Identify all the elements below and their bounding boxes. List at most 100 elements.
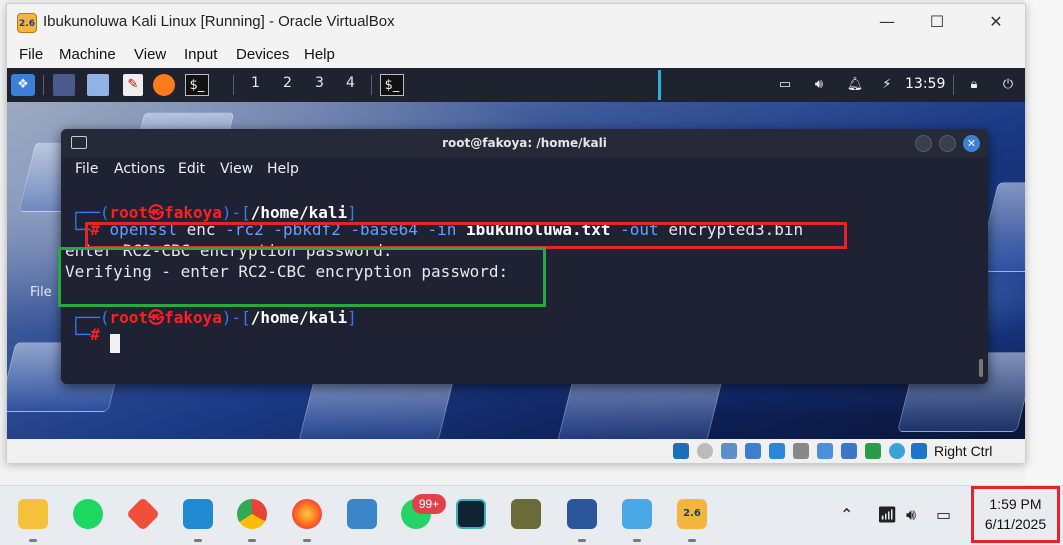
menu-view[interactable]: View [134, 46, 166, 63]
output-highlight-box [58, 247, 546, 307]
workspace-1[interactable]: 1 [251, 75, 260, 91]
panel-separator [43, 75, 44, 95]
menu-help[interactable]: Help [304, 46, 335, 63]
firefox-icon[interactable] [153, 74, 175, 96]
prompt-line: ┌──(root㉿fakoya)-[/home/kali] [71, 308, 357, 327]
running-indicator [29, 539, 37, 542]
guest-additions-icon[interactable] [889, 443, 905, 459]
terminal-launcher-icon[interactable]: $_ [185, 74, 209, 96]
network-adapter-icon[interactable] [745, 443, 761, 459]
usb-icon[interactable] [769, 443, 785, 459]
recording-icon[interactable] [841, 443, 857, 459]
terminal-maximize-button[interactable] [939, 135, 956, 152]
terminal-menu-file[interactable]: File [75, 161, 98, 177]
menu-machine[interactable]: Machine [59, 46, 116, 63]
show-desktop-icon[interactable] [53, 74, 75, 96]
command-highlight-box [85, 222, 847, 249]
kali-top-panel: ❖ ✎ $_ 1 2 3 4 $_ ▭ 🔊︎ 🔔︎ ⚡︎ 13:59 🔒︎ ⏻ [7, 68, 1025, 102]
running-indicator [248, 539, 256, 542]
prompt-user: root㉿fakoya [109, 308, 222, 327]
panel-separator [233, 75, 234, 95]
volume-icon[interactable]: 🔊︎ [906, 505, 916, 525]
firefox-icon[interactable] [292, 499, 322, 529]
audio-icon[interactable] [721, 443, 737, 459]
terminal-title-bar[interactable]: root@fakoya: /home/kali ✕ [61, 129, 988, 157]
running-indicator [688, 539, 696, 542]
terminal-menu-bar: File Actions Edit View Help [61, 157, 988, 183]
panel-separator [371, 75, 372, 95]
hard-disk-icon[interactable] [673, 443, 689, 459]
running-indicator [633, 539, 641, 542]
chrome-icon[interactable] [237, 499, 267, 529]
windows-taskbar: 99+ 2.6 ⌃ 📶︎ 🔊︎ ▭ [0, 485, 1063, 545]
power-manager-icon[interactable]: ⚡︎ [879, 74, 895, 96]
menu-devices[interactable]: Devices [236, 46, 289, 63]
terminal-menu-help[interactable]: Help [267, 161, 299, 177]
cpu-graph-icon [658, 70, 661, 100]
kali-clock[interactable]: 13:59 [905, 76, 945, 92]
maximize-button[interactable]: ☐ [923, 10, 951, 34]
terminal-title: root@fakoya: /home/kali [442, 136, 607, 150]
vbox-menu-bar: File Machine View Input Devices Help [7, 40, 1025, 68]
display-icon[interactable] [817, 443, 833, 459]
workspace-3[interactable]: 3 [315, 75, 324, 91]
menu-file[interactable]: File [19, 46, 43, 63]
spotify-icon[interactable] [73, 499, 103, 529]
vbox-status-bar: Right Ctrl [7, 439, 1025, 463]
taskbar-date[interactable]: 6/11/2025 [973, 516, 1058, 532]
terminal-menu-view[interactable]: View [220, 161, 253, 177]
lock-screen-icon[interactable]: 🔒︎ [965, 74, 983, 96]
window-title: Ibukunoluwa Kali Linux [Running] - Oracl… [43, 13, 395, 30]
host-desktop-strip [1025, 0, 1063, 485]
terminal-menu-edit[interactable]: Edit [178, 161, 205, 177]
host-key-label: Right Ctrl [934, 443, 993, 459]
running-indicator [578, 539, 586, 542]
text-editor-icon[interactable]: ✎ [123, 74, 143, 96]
workspace-2[interactable]: 2 [283, 75, 292, 91]
running-indicator [303, 539, 311, 542]
prompt-symbol: # [90, 325, 100, 344]
app-v-icon[interactable] [456, 499, 486, 529]
menu-input[interactable]: Input [184, 46, 217, 63]
desktop-file-label[interactable]: File [30, 285, 52, 300]
vbox-title-bar[interactable]: 2.6 Ibukunoluwa Kali Linux [Running] - O… [7, 4, 1025, 40]
virtualbox-taskbar-icon[interactable]: 2.6 [677, 499, 707, 529]
vscode-icon[interactable] [183, 499, 213, 529]
whatsapp-badge: 99+ [412, 494, 446, 514]
file-explorer-icon[interactable] [18, 499, 48, 529]
git-icon[interactable] [126, 497, 160, 531]
chevron-up-icon[interactable]: ⌃ [840, 505, 853, 524]
network-icon[interactable]: ▭ [775, 74, 795, 96]
workspace-4[interactable]: 4 [346, 75, 355, 91]
keyboard-app-icon[interactable] [347, 499, 377, 529]
panel-separator [953, 75, 954, 95]
terminal-scrollbar[interactable] [979, 359, 983, 377]
logout-icon[interactable]: ⏻ [999, 74, 1017, 96]
terminal-task-icon[interactable]: $_ [380, 74, 404, 96]
terminal-menu-actions[interactable]: Actions [114, 161, 165, 177]
app-scripting-icon[interactable] [511, 499, 541, 529]
virtualbox-app-icon: 2.6 [17, 13, 37, 33]
running-indicator [194, 539, 202, 542]
terminal-cursor [110, 334, 120, 353]
active-prompt-line: └─# [71, 325, 100, 344]
optical-drive-icon[interactable] [697, 443, 713, 459]
taskbar-clock-highlight [971, 486, 1060, 543]
battery-icon[interactable]: ▭ [936, 505, 951, 524]
wifi-icon[interactable]: 📶︎ [877, 505, 897, 524]
word-icon[interactable] [567, 499, 597, 529]
cpu-icon[interactable] [865, 443, 881, 459]
mouse-integration-icon[interactable] [911, 443, 927, 459]
notification-bell-icon[interactable]: 🔔︎ [845, 74, 865, 96]
prompt-path: /home/kali [250, 308, 348, 327]
shared-folders-icon[interactable] [793, 443, 809, 459]
terminal-minimize-button[interactable] [915, 135, 932, 152]
terminal-close-button[interactable]: ✕ [963, 135, 980, 152]
taskbar-time[interactable]: 1:59 PM [973, 496, 1058, 512]
file-manager-icon[interactable] [87, 74, 109, 96]
close-button[interactable]: ✕ [982, 10, 1010, 34]
minimize-button[interactable]: — [873, 10, 901, 34]
kali-menu-icon[interactable]: ❖ [11, 74, 35, 96]
volume-icon[interactable]: 🔊︎ [809, 74, 829, 96]
notepad-icon[interactable] [622, 499, 652, 529]
